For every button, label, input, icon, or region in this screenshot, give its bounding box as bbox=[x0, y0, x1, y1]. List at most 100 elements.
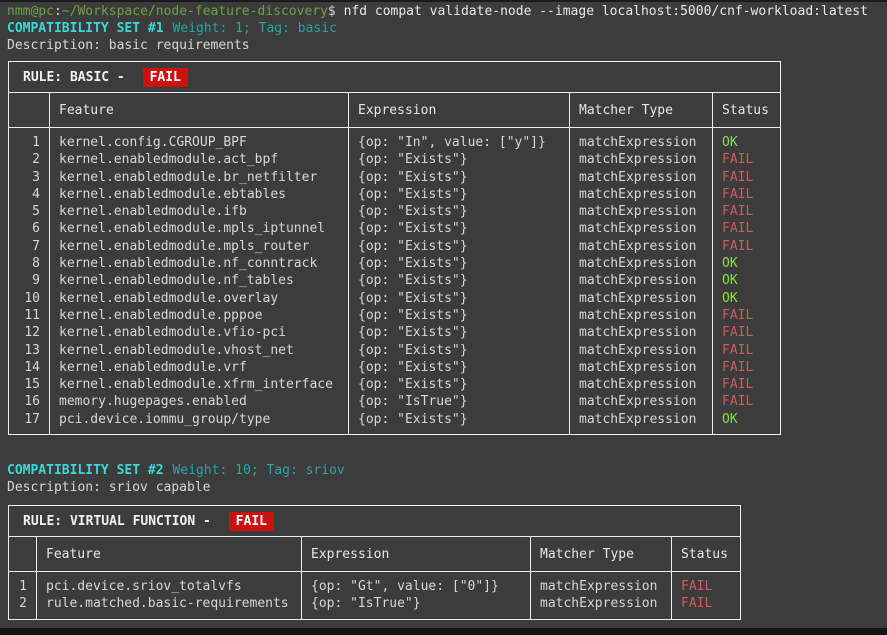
column-header-status: Status bbox=[712, 93, 780, 127]
row-number: 5 bbox=[9, 203, 49, 220]
feature-cell: kernel.enabledmodule.br_netfilter bbox=[50, 169, 348, 186]
status-cell: OK bbox=[713, 411, 780, 428]
matcher-cell: matchExpression bbox=[570, 411, 712, 428]
row-number: 1 bbox=[9, 134, 49, 151]
row-number: 2 bbox=[9, 151, 49, 168]
status-cell: OK bbox=[713, 255, 780, 272]
matcher-cell: matchExpression bbox=[570, 220, 712, 237]
expression-cell: {op: "IsTrue"} bbox=[302, 595, 530, 612]
terminal-bottom-edge bbox=[0, 628, 887, 635]
row-number: 7 bbox=[9, 238, 49, 255]
table-header-row: Feature Expression Matcher Type Status bbox=[9, 537, 740, 572]
feature-cell: rule.matched.basic-requirements bbox=[37, 595, 301, 612]
status-cell: FAIL bbox=[713, 376, 780, 393]
status-cell: OK bbox=[713, 290, 780, 307]
feature-column: kernel.config.CGROUP_BPFkernel.enabledmo… bbox=[49, 128, 348, 434]
command-text: nfd compat validate-node --image localho… bbox=[344, 4, 868, 19]
expression-cell: {op: "Exists"} bbox=[349, 359, 569, 376]
matcher-cell: matchExpression bbox=[570, 342, 712, 359]
feature-cell: kernel.enabledmodule.overlay bbox=[50, 290, 348, 307]
matcher-cell: matchExpression bbox=[570, 169, 712, 186]
feature-column: pci.device.sriov_totalvfsrule.matched.ba… bbox=[36, 572, 301, 619]
rule-table-virtual-function: RULE: VIRTUAL FUNCTION - FAIL Feature Ex… bbox=[8, 505, 741, 620]
column-header-expression: Expression bbox=[301, 537, 530, 571]
matcher-cell: matchExpression bbox=[570, 186, 712, 203]
status-column: OKFAILFAILFAILFAILFAILFAILOKOKOKFAILFAIL… bbox=[712, 128, 780, 434]
expression-cell: {op: "Exists"} bbox=[349, 238, 569, 255]
status-cell: FAIL bbox=[713, 169, 780, 186]
feature-cell: kernel.enabledmodule.nf_tables bbox=[50, 272, 348, 289]
set1-meta: Weight: 1; Tag: basic bbox=[173, 21, 337, 36]
matcher-cell: matchExpression bbox=[570, 203, 712, 220]
expression-cell: {op: "Exists"} bbox=[349, 342, 569, 359]
matcher-cell: matchExpression bbox=[570, 290, 712, 307]
matcher-cell: matchExpression bbox=[570, 272, 712, 289]
rule-header-basic: RULE: BASIC - FAIL bbox=[9, 62, 780, 93]
prompt-path: ~/Workspace/node-feature-discovery bbox=[62, 4, 328, 19]
expression-cell: {op: "Exists"} bbox=[349, 324, 569, 341]
rule-table-basic: RULE: BASIC - FAIL Feature Expression Ma… bbox=[8, 61, 781, 435]
status-cell: FAIL bbox=[713, 393, 780, 410]
rule-header-virtual-function: RULE: VIRTUAL FUNCTION - FAIL bbox=[9, 506, 740, 537]
expression-cell: {op: "Exists"} bbox=[349, 203, 569, 220]
row-number: 13 bbox=[9, 342, 49, 359]
row-number: 8 bbox=[9, 255, 49, 272]
row-number: 16 bbox=[9, 393, 49, 410]
feature-cell: kernel.enabledmodule.ifb bbox=[50, 203, 348, 220]
num-column: 12 bbox=[9, 572, 36, 619]
matcher-cell: matchExpression bbox=[531, 595, 671, 612]
prompt-line: nmm@pc:~/Workspace/node-feature-discover… bbox=[7, 3, 881, 20]
column-header-num bbox=[9, 93, 49, 127]
expression-cell: {op: "Exists"} bbox=[349, 255, 569, 272]
column-header-feature: Feature bbox=[36, 537, 301, 571]
expression-cell: {op: "Exists"} bbox=[349, 307, 569, 324]
expression-column: {op: "Gt", value: ["0"]}{op: "IsTrue"} bbox=[301, 572, 530, 619]
terminal-output[interactable]: nmm@pc:~/Workspace/node-feature-discover… bbox=[0, 2, 887, 620]
status-cell: OK bbox=[713, 272, 780, 289]
status-cell: FAIL bbox=[713, 220, 780, 237]
feature-cell: kernel.enabledmodule.pppoe bbox=[50, 307, 348, 324]
status-cell: FAIL bbox=[713, 359, 780, 376]
row-number: 4 bbox=[9, 186, 49, 203]
row-number: 3 bbox=[9, 169, 49, 186]
prompt-separator: : bbox=[54, 4, 62, 19]
matcher-column: matchExpressionmatchExpressionmatchExpre… bbox=[569, 128, 712, 434]
feature-cell: kernel.enabledmodule.ebtables bbox=[50, 186, 348, 203]
column-header-expression: Expression bbox=[348, 93, 569, 127]
status-cell: FAIL bbox=[713, 307, 780, 324]
expression-cell: {op: "IsTrue"} bbox=[349, 393, 569, 410]
status-cell: FAIL bbox=[713, 186, 780, 203]
row-number: 1 bbox=[9, 578, 36, 595]
status-cell: FAIL bbox=[672, 578, 740, 595]
column-header-matcher-type: Matcher Type bbox=[569, 93, 712, 127]
matcher-cell: matchExpression bbox=[531, 578, 671, 595]
status-column: FAILFAIL bbox=[671, 572, 740, 619]
set2-meta: Weight: 10; Tag: sriov bbox=[173, 463, 345, 478]
rule-status-badge: FAIL bbox=[229, 512, 274, 531]
matcher-cell: matchExpression bbox=[570, 307, 712, 324]
table-body: 12 pci.device.sriov_totalvfsrule.matched… bbox=[9, 572, 740, 619]
feature-cell: kernel.enabledmodule.act_bpf bbox=[50, 151, 348, 168]
set2-description: Description: sriov capable bbox=[7, 479, 881, 496]
expression-cell: {op: "Exists"} bbox=[349, 290, 569, 307]
row-number: 12 bbox=[9, 324, 49, 341]
row-number: 15 bbox=[9, 376, 49, 393]
expression-cell: {op: "Exists"} bbox=[349, 169, 569, 186]
matcher-cell: matchExpression bbox=[570, 376, 712, 393]
status-cell: FAIL bbox=[672, 595, 740, 612]
set1-title-line: COMPATIBILITY SET #1Weight: 1; Tag: basi… bbox=[7, 20, 881, 37]
feature-cell: kernel.enabledmodule.vhost_net bbox=[50, 342, 348, 359]
table-header-row: Feature Expression Matcher Type Status bbox=[9, 93, 780, 128]
status-cell: FAIL bbox=[713, 238, 780, 255]
prompt-user-host: nmm@pc bbox=[7, 4, 54, 19]
row-number: 2 bbox=[9, 595, 36, 612]
feature-cell: memory.hugepages.enabled bbox=[50, 393, 348, 410]
expression-cell: {op: "Gt", value: ["0"]} bbox=[302, 578, 530, 595]
column-header-matcher-type: Matcher Type bbox=[530, 537, 671, 571]
prompt-symbol: $ bbox=[328, 4, 344, 19]
status-cell: OK bbox=[713, 134, 780, 151]
feature-cell: kernel.enabledmodule.nf_conntrack bbox=[50, 255, 348, 272]
expression-cell: {op: "Exists"} bbox=[349, 376, 569, 393]
row-number: 14 bbox=[9, 359, 49, 376]
set2-title: COMPATIBILITY SET #2 bbox=[7, 463, 164, 478]
